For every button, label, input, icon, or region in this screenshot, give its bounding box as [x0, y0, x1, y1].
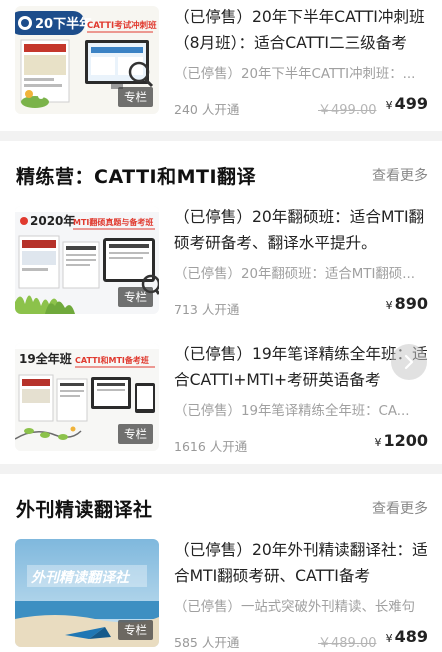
course-item[interactable]: 20下半年 CATTI考试冲刺班 专栏 （已停售）20年下半年CATTI冲刺班（… [0, 6, 442, 126]
currency-symbol: ¥ [385, 299, 393, 312]
thumb-tag: MTI翻硕真题与备考班 [73, 217, 153, 227]
column-badge: 专栏 [118, 287, 153, 307]
thumb-tag: CATTI考试冲刺班 [87, 20, 157, 31]
course-price: ¥489 [386, 627, 428, 646]
section-header: 外刊精读翻译社 查看更多 [16, 493, 428, 523]
price-value: 489 [394, 627, 428, 646]
section-divider [0, 464, 442, 474]
original-price: ￥499.00 [318, 103, 377, 118]
section-header: 精练营：CATTI和MTI翻译 查看更多 [16, 160, 428, 190]
course-subtitle: （已停售）19年笔译精练全年班：CA... [174, 404, 410, 419]
course-subtitle: （已停售）20年下半年CATTI冲刺班：... [174, 67, 416, 82]
course-item[interactable]: 2020年 MTI翻硕真题与备考班 专栏 （已停售）20年翻硕班：适合MTI翻硕… [0, 206, 442, 326]
chevron-right-icon[interactable] [391, 344, 427, 380]
column-badge: 专栏 [118, 424, 153, 444]
course-title[interactable]: （已停售）19年笔译精练全年班：适合CATTI+MTI+考研英语备考 [174, 341, 428, 393]
section-title: 精练营：CATTI和MTI翻译 [16, 165, 257, 188]
column-badge: 专栏 [118, 87, 153, 107]
thumb-heading: 外刊精读翻译社 [30, 569, 131, 586]
course-subtitle: （已停售）20年翻硕班：适合MTI翻硕... [174, 267, 415, 282]
thumb-heading: 2020年 [30, 213, 75, 228]
course-item[interactable]: 19全年班 CATTI和MTI备考班 专栏 （已停售）19年笔译精练全年班：适合… [0, 343, 442, 463]
course-thumbnail[interactable]: 外刊精读翻译社 专栏 [15, 539, 159, 647]
see-more-link[interactable]: 查看更多 [372, 498, 428, 518]
course-subtitle: （已停售）一站式突破外刊精读、长难句 [174, 600, 416, 615]
course-price: ¥1200 [374, 431, 428, 450]
thumb-heading: 20下半年 [35, 16, 92, 32]
currency-symbol: ¥ [374, 436, 382, 449]
course-title[interactable]: （已停售）20年翻硕班：适合MTI翻硕考研备考、翻译水平提升。 [174, 204, 428, 256]
subscriber-count: 713 人开通 [174, 302, 240, 317]
price-value: 1200 [383, 431, 428, 450]
price-value: 890 [394, 294, 428, 313]
currency-symbol: ¥ [385, 99, 393, 112]
course-title[interactable]: （已停售）20年下半年CATTI冲刺班（8月班）：适合CATTI二三级备考 [174, 4, 428, 56]
currency-symbol: ¥ [385, 632, 393, 645]
section-divider [0, 131, 442, 141]
price-value: 499 [394, 94, 428, 113]
course-thumbnail[interactable]: 20下半年 CATTI考试冲刺班 专栏 [15, 6, 159, 114]
column-badge: 专栏 [118, 620, 153, 640]
course-item[interactable]: 外刊精读翻译社 专栏 （已停售）20年外刊精读翻译社：适合MTI翻硕考研、CAT… [0, 539, 442, 652]
original-price: ￥489.00 [318, 636, 377, 651]
course-price: ¥499 [386, 94, 428, 113]
course-price: ¥890 [386, 294, 428, 313]
course-title[interactable]: （已停售）20年外刊精读翻译社：适合MTI翻硕考研、CATTI备考 [174, 537, 428, 589]
subscriber-count: 585 人开通 [174, 635, 240, 650]
see-more-link[interactable]: 查看更多 [372, 165, 428, 185]
section-title: 外刊精读翻译社 [16, 498, 153, 521]
subscriber-count: 240 人开通 [174, 102, 240, 117]
thumb-tag: CATTI和MTI备考班 [75, 355, 149, 365]
course-thumbnail[interactable]: 19全年班 CATTI和MTI备考班 专栏 [15, 343, 159, 451]
subscriber-count: 1616 人开通 [174, 439, 248, 454]
course-thumbnail[interactable]: 2020年 MTI翻硕真题与备考班 专栏 [15, 206, 159, 314]
thumb-heading: 19全年班 [19, 351, 72, 366]
